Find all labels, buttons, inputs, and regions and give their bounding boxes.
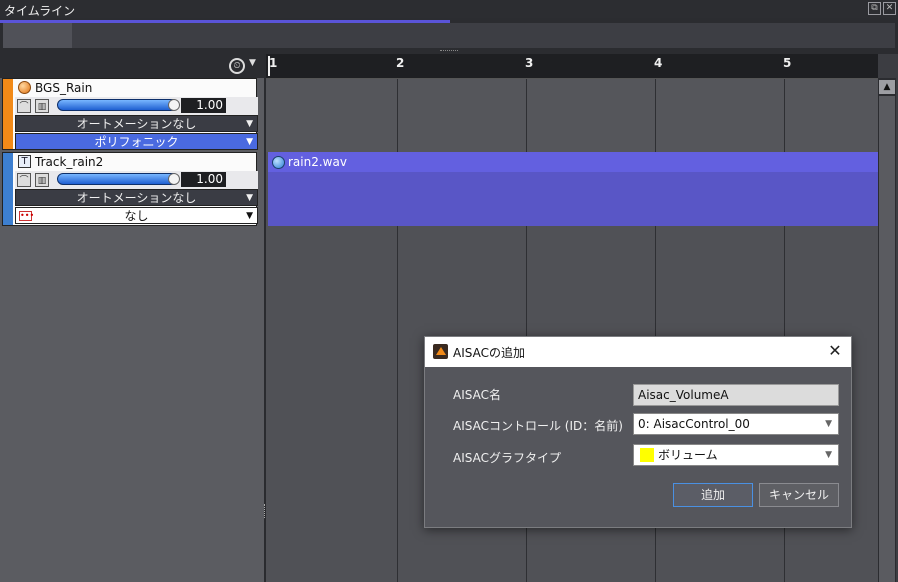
aisac-name-label: AISAC名 [453, 388, 501, 402]
track-color-stripe [3, 79, 13, 149]
automation-label: オートメーションなし [76, 117, 197, 131]
chevron-down-icon: ▼ [825, 450, 832, 460]
chevron-down-icon[interactable]: ▼ [249, 58, 256, 68]
window-titlebar: タイムライン ⧉ ✕ [0, 0, 898, 18]
track-type-icon [18, 81, 31, 94]
close-icon[interactable]: ✕ [883, 2, 896, 15]
aisac-graph-type-value: ボリューム [658, 448, 718, 462]
chevron-down-icon: ▼ [825, 419, 832, 429]
track-list-header [0, 54, 264, 78]
automation-dropdown[interactable]: オートメーションなし ▼ [15, 115, 258, 132]
overview-track-area [3, 23, 895, 49]
vertical-scrollbar[interactable]: ▲ [878, 78, 896, 582]
volume-value[interactable]: 1.00 [181, 98, 226, 113]
volume-slider[interactable] [57, 173, 180, 185]
mixer-icon[interactable]: ▥ [35, 99, 49, 113]
graph-color-swatch [640, 448, 654, 462]
clock-icon[interactable]: ⏲ [229, 58, 245, 74]
add-button[interactable]: 追加 [673, 483, 753, 507]
dialog-title: AISACの追加 [453, 346, 525, 360]
aisac-graph-type-select[interactable]: ボリューム ▼ [633, 444, 839, 466]
chevron-down-icon: ▼ [246, 137, 253, 147]
time-ruler[interactable]: 1 2 3 4 5 [266, 54, 878, 79]
track-header-row: BGS_Rain [15, 79, 258, 97]
text-track-icon: T [18, 155, 31, 168]
ruler-label: 1 [269, 56, 278, 70]
ruler-label: 5 [783, 56, 792, 70]
window-controls: ⧉ ✕ [868, 2, 896, 15]
chevron-down-icon: ▼ [246, 193, 253, 203]
curve-icon[interactable]: ⌒ [17, 99, 31, 113]
timeline-overview[interactable] [0, 18, 898, 52]
sequence-icon: ••• [19, 211, 35, 221]
aisac-name-input[interactable]: Aisac_VolumeA [633, 384, 839, 406]
waveform-filename: rain2.wav [288, 155, 347, 169]
track-header-row: T Track_rain2 [15, 153, 258, 171]
track-item[interactable]: BGS_Rain ⌒ ▥ 1.00 オートメーションなし ▼ ポリフォニック ▼ [2, 78, 258, 150]
aisac-control-select[interactable]: 0: AisacControl_00 ▼ [633, 413, 839, 435]
overview-viewport[interactable] [3, 23, 72, 49]
scroll-up-icon[interactable]: ▲ [879, 80, 895, 94]
chevron-down-icon: ▼ [246, 211, 253, 221]
volume-slider[interactable] [57, 99, 180, 111]
wave-file-icon [272, 156, 285, 169]
window-title: タイムライン [4, 4, 76, 18]
track-item[interactable]: T Track_rain2 ⌒ ▥ 1.00 オートメーションなし ▼ ••• … [2, 152, 258, 226]
track-name: BGS_Rain [35, 81, 93, 95]
mode-dropdown[interactable]: ••• なし ▼ [15, 207, 258, 224]
volume-row: ⌒ ▥ 1.00 [15, 97, 258, 115]
splitter-grip-icon [440, 50, 458, 53]
waveform-header[interactable] [268, 152, 878, 172]
automation-dropdown[interactable]: オートメーションなし ▼ [15, 189, 258, 206]
restore-icon[interactable]: ⧉ [868, 2, 881, 15]
close-icon[interactable]: ✕ [825, 340, 845, 362]
mode-dropdown[interactable]: ポリフォニック ▼ [15, 133, 258, 150]
aisac-control-label: AISACコントロール (ID：名前) [453, 419, 623, 433]
track-lane[interactable] [266, 78, 878, 152]
dialog-titlebar: AISACの追加 ✕ [425, 337, 851, 367]
cancel-button[interactable]: キャンセル [759, 483, 839, 507]
slider-knob[interactable] [168, 99, 180, 111]
mode-label: ポリフォニック [94, 135, 179, 149]
ruler-label: 2 [396, 56, 405, 70]
track-name: Track_rain2 [35, 155, 104, 169]
ruler-label: 3 [525, 56, 534, 70]
add-aisac-dialog: AISACの追加 ✕ AISAC名 Aisac_VolumeA AISACコント… [424, 336, 852, 528]
volume-row: ⌒ ▥ 1.00 [15, 171, 258, 189]
app-logo-icon [433, 344, 448, 359]
track-color-stripe [3, 153, 13, 225]
slider-knob[interactable] [168, 173, 180, 185]
scrollbar-track[interactable] [879, 96, 895, 582]
aisac-graph-type-label: AISACグラフタイプ [453, 451, 561, 465]
automation-label: オートメーションなし [76, 191, 197, 205]
curve-icon[interactable]: ⌒ [17, 173, 31, 187]
ruler-label: 4 [654, 56, 663, 70]
mixer-icon[interactable]: ▥ [35, 173, 49, 187]
mode-label: なし [124, 209, 149, 223]
chevron-down-icon: ▼ [246, 119, 253, 129]
aisac-control-value: 0: AisacControl_00 [638, 417, 750, 431]
volume-value[interactable]: 1.00 [181, 172, 226, 187]
